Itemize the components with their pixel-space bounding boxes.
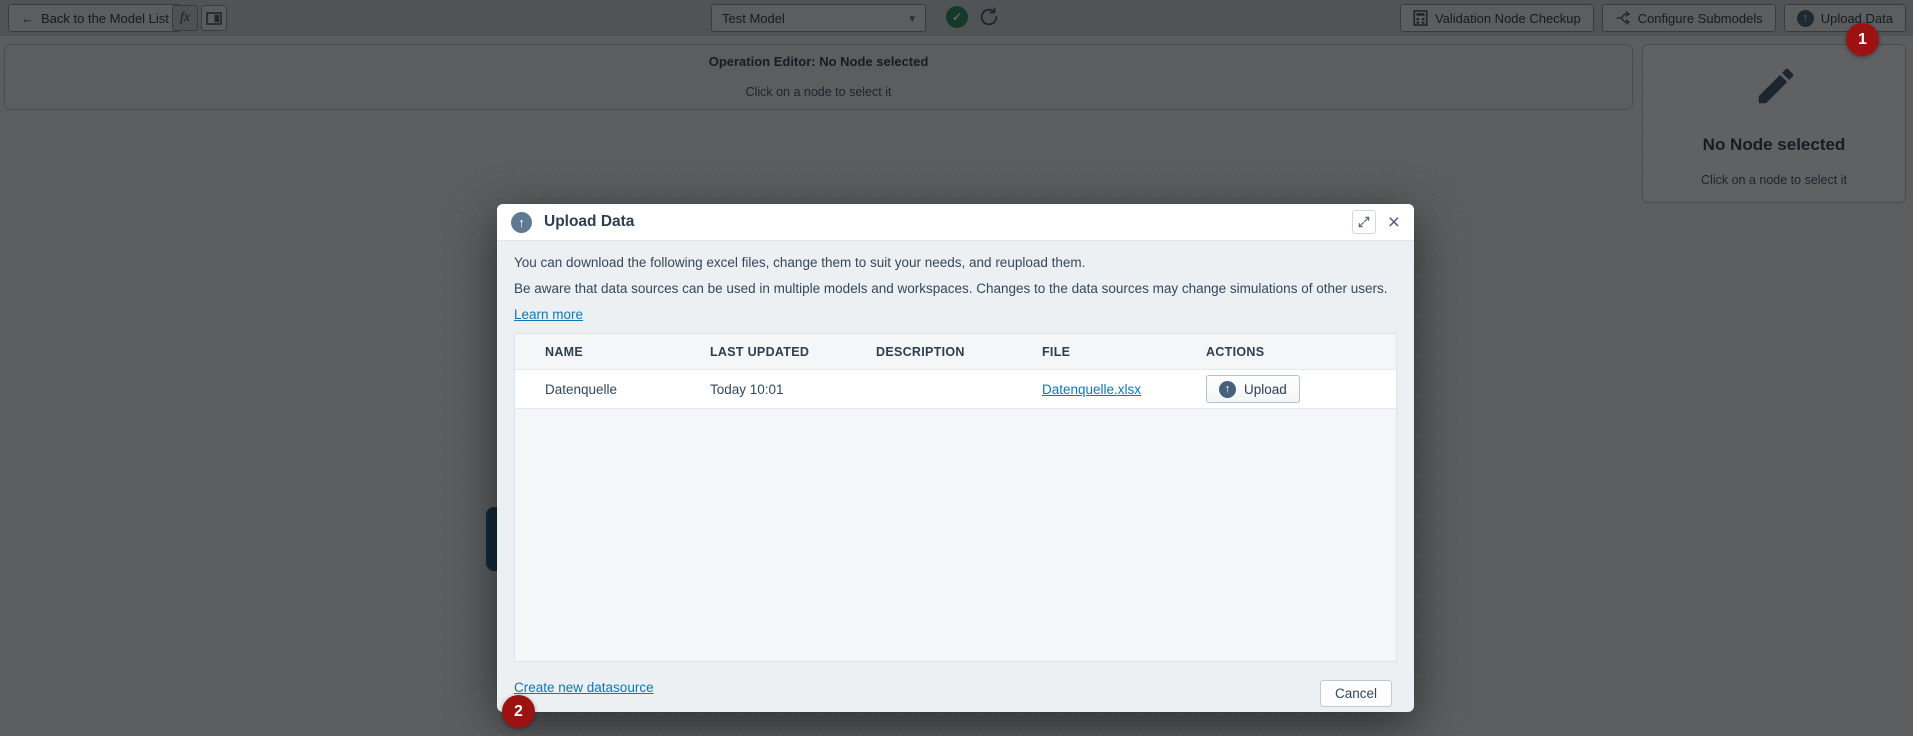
- col-header-description: DESCRIPTION: [876, 345, 1042, 359]
- col-header-name: NAME: [545, 345, 710, 359]
- col-header-actions: ACTIONS: [1206, 345, 1396, 359]
- cell-last-updated: Today 10:01: [710, 382, 876, 397]
- table-row: Datenquelle Today 10:01 Datenquelle.xlsx…: [515, 369, 1396, 409]
- row-upload-button[interactable]: ↑ Upload: [1206, 375, 1300, 403]
- modal-title: Upload Data: [544, 213, 634, 231]
- row-upload-label: Upload: [1244, 382, 1287, 397]
- table-header-row: NAME LAST UPDATED DESCRIPTION FILE ACTIO…: [515, 334, 1396, 369]
- expand-icon: [1357, 215, 1371, 229]
- modal-description: You can download the following excel fil…: [514, 250, 1414, 328]
- learn-more-link[interactable]: Learn more: [514, 307, 583, 322]
- cancel-button[interactable]: Cancel: [1320, 680, 1392, 707]
- annotation-badge-2: 2: [502, 695, 535, 728]
- modal-header-buttons: ×: [1352, 210, 1402, 234]
- annotation-badge-1: 1: [1846, 23, 1879, 56]
- close-icon[interactable]: ×: [1386, 212, 1402, 233]
- datasource-file-link[interactable]: Datenquelle.xlsx: [1042, 382, 1141, 397]
- upload-data-modal: ↑ Upload Data × You can download the fol…: [497, 204, 1414, 712]
- upload-icon: ↑: [511, 212, 532, 233]
- upload-icon: ↑: [1219, 381, 1236, 398]
- modal-header: ↑ Upload Data ×: [497, 204, 1414, 241]
- cell-name: Datenquelle: [545, 382, 710, 397]
- col-header-file: FILE: [1042, 345, 1206, 359]
- col-header-last-updated: LAST UPDATED: [710, 345, 876, 359]
- expand-modal-button[interactable]: [1352, 210, 1376, 234]
- datasource-table: NAME LAST UPDATED DESCRIPTION FILE ACTIO…: [514, 333, 1397, 662]
- create-new-datasource-link[interactable]: Create new datasource: [514, 680, 654, 695]
- description-line1: You can download the following excel fil…: [514, 250, 1414, 276]
- description-line2-text: Be aware that data sources can be used i…: [514, 281, 1388, 296]
- description-line2: Be aware that data sources can be used i…: [514, 276, 1414, 328]
